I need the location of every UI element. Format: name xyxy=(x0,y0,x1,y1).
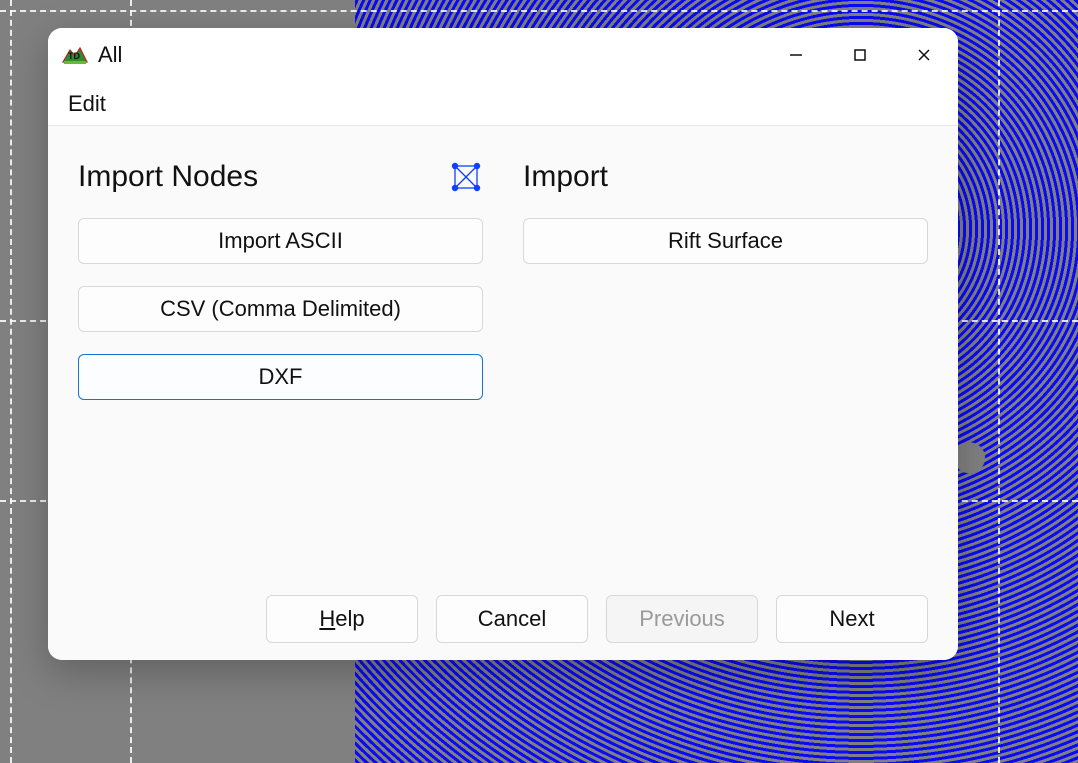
minimize-button[interactable] xyxy=(764,31,828,79)
window-title: All xyxy=(98,42,122,68)
right-heading: Import xyxy=(523,160,928,194)
dialog-content: Import Nodes Import ASCII CSV (Comma Del… xyxy=(48,126,958,578)
titlebar: TD All xyxy=(48,28,958,82)
import-rift-surface-button[interactable]: Rift Surface xyxy=(523,218,928,264)
maximize-button[interactable] xyxy=(828,31,892,79)
import-dxf-button[interactable]: DXF xyxy=(78,354,483,400)
svg-text:TD: TD xyxy=(68,51,80,61)
import-dialog: TD All Edit Import Nodes xyxy=(48,28,958,660)
import-ascii-button[interactable]: Import ASCII xyxy=(78,218,483,264)
help-button[interactable]: Help xyxy=(266,595,418,643)
help-label-rest: elp xyxy=(335,606,364,631)
menu-edit[interactable]: Edit xyxy=(60,87,114,121)
left-heading: Import Nodes xyxy=(78,160,449,194)
menubar: Edit xyxy=(48,82,958,126)
next-button[interactable]: Next xyxy=(776,595,928,643)
app-icon: TD xyxy=(62,44,88,66)
left-column: Import Nodes Import ASCII CSV (Comma Del… xyxy=(78,154,483,578)
import-csv-button[interactable]: CSV (Comma Delimited) xyxy=(78,286,483,332)
right-column: Import Rift Surface xyxy=(523,154,928,578)
cancel-button[interactable]: Cancel xyxy=(436,595,588,643)
nodes-icon xyxy=(449,160,483,194)
dialog-footer: Help Cancel Previous Next xyxy=(48,578,958,660)
previous-button[interactable]: Previous xyxy=(606,595,758,643)
close-button[interactable] xyxy=(892,31,956,79)
